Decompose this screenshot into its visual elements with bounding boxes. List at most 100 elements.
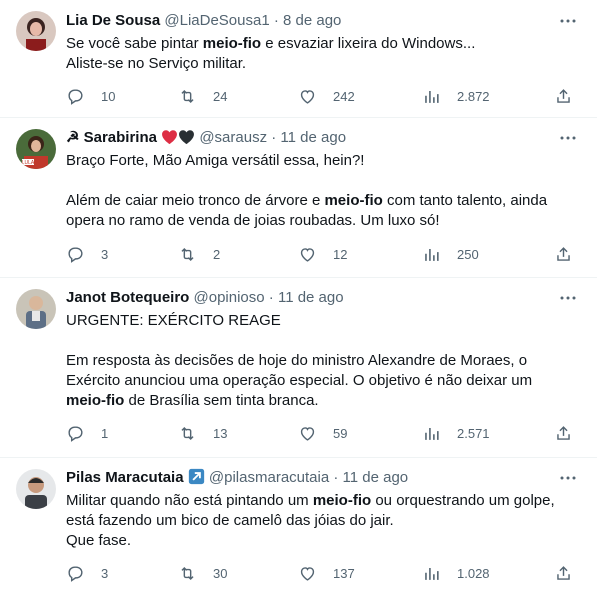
- tweet-line: [66, 331, 578, 351]
- tweet-line: URGENTE: EXÉRCITO REAGE: [66, 312, 281, 329]
- tweet-line: opera no ramo de venda de joias roubadas…: [66, 212, 440, 229]
- separator-dot: ·: [268, 289, 274, 306]
- tweet-date[interactable]: 11 de ago: [343, 469, 409, 486]
- reply-button[interactable]: 10: [66, 86, 115, 106]
- avatar[interactable]: LULA: [16, 129, 56, 169]
- views-button[interactable]: 250: [422, 244, 479, 264]
- views-count: 250: [457, 246, 479, 262]
- share-icon: [557, 425, 570, 440]
- action-bar: 10 24 242 2.872: [66, 86, 586, 106]
- tweet[interactable]: LULA ☭ Sarabirina @sarausz · 11 de ago B…: [0, 117, 597, 278]
- reply-count: 10: [101, 88, 116, 104]
- black-heart-icon: [179, 130, 195, 145]
- tweet-line: Que fase.: [66, 532, 132, 549]
- views-icon: [425, 90, 439, 103]
- share-button[interactable]: [554, 86, 573, 106]
- more-options-icon[interactable]: [559, 289, 577, 307]
- views-icon: [425, 567, 439, 580]
- tweet-text: Braço Forte, Mão Amiga versátil essa, he…: [66, 151, 578, 231]
- like-button[interactable]: 59: [298, 423, 347, 443]
- retweet-icon: [181, 247, 194, 261]
- tweet-header: Pilas Maracutaia @pilasmaracutaia · 11 d…: [66, 468, 408, 488]
- views-count: 1.028: [457, 565, 490, 581]
- more-options-icon[interactable]: [559, 12, 577, 30]
- retweet-count: 30: [213, 565, 228, 581]
- author-handle[interactable]: @opinioso: [194, 289, 265, 306]
- tweet-line: [66, 171, 578, 191]
- reply-count: 1: [101, 425, 109, 441]
- author-name[interactable]: Janot Botequeiro: [66, 289, 189, 306]
- retweet-icon: [181, 89, 194, 103]
- retweet-button[interactable]: 13: [178, 423, 227, 443]
- views-icon: [425, 427, 439, 440]
- tweet-header: Lia De Sousa @LiaDeSousa1 · 8 de ago: [66, 11, 341, 31]
- reply-icon: [68, 425, 83, 442]
- tweet[interactable]: Janot Botequeiro @opinioso · 11 de ago U…: [0, 277, 597, 458]
- tweet-line: Em resposta às decisões de hoje do minis…: [66, 352, 528, 369]
- reply-icon: [68, 246, 83, 263]
- like-button[interactable]: 242: [298, 86, 355, 106]
- separator-dot: ·: [271, 129, 277, 146]
- separator-dot: ·: [273, 12, 279, 29]
- svg-text:LULA: LULA: [22, 160, 35, 166]
- author-handle[interactable]: @LiaDeSousa1: [164, 12, 269, 29]
- author-name[interactable]: Lia De Sousa: [66, 12, 160, 29]
- red-heart-icon: [162, 130, 178, 145]
- reply-count: 3: [101, 565, 109, 581]
- share-icon: [557, 88, 570, 103]
- share-button[interactable]: [554, 423, 573, 443]
- more-options-icon[interactable]: [559, 469, 577, 487]
- retweet-button[interactable]: 2: [178, 244, 220, 264]
- up-right-arrow-icon: [188, 468, 204, 485]
- heart-icon: [300, 89, 315, 104]
- views-button[interactable]: 1.028: [422, 563, 490, 583]
- avatar[interactable]: [16, 469, 56, 509]
- tweet-line: Além de caiar meio tronco de árvore e me…: [66, 192, 548, 209]
- reply-button[interactable]: 1: [66, 423, 108, 443]
- tweet-date[interactable]: 11 de ago: [280, 129, 346, 146]
- heart-icon: [300, 426, 315, 441]
- share-icon: [557, 565, 570, 580]
- tweet[interactable]: Lia De Sousa @LiaDeSousa1 · 8 de ago Se …: [0, 0, 597, 118]
- tweet-text: Militar quando não está pintando um meio…: [66, 491, 578, 551]
- like-button[interactable]: 12: [298, 244, 347, 264]
- like-count: 12: [333, 246, 348, 262]
- retweet-button[interactable]: 30: [178, 563, 227, 583]
- action-bar: 3 30 137 1.028: [66, 563, 586, 583]
- heart-icon: [300, 566, 315, 581]
- author-handle[interactable]: @pilasmaracutaia: [209, 469, 329, 486]
- retweet-count: 2: [213, 246, 221, 262]
- action-bar: 1 13 59 2.571: [66, 423, 586, 443]
- views-icon: [425, 248, 439, 261]
- like-button[interactable]: 137: [298, 563, 355, 583]
- like-count: 137: [333, 565, 355, 581]
- retweet-count: 13: [213, 425, 228, 441]
- tweet-line: meio-fio de Brasília sem tinta branca.: [66, 392, 319, 409]
- tweet-header: Janot Botequeiro @opinioso · 11 de ago: [66, 288, 344, 308]
- reply-icon: [68, 565, 83, 582]
- reply-count: 3: [101, 246, 109, 262]
- reply-button[interactable]: 3: [66, 244, 108, 264]
- views-count: 2.571: [457, 425, 490, 441]
- share-button[interactable]: [554, 563, 573, 583]
- avatar[interactable]: [16, 289, 56, 329]
- share-button[interactable]: [554, 244, 573, 264]
- more-options-icon[interactable]: [559, 129, 577, 147]
- like-count: 59: [333, 425, 348, 441]
- tweet-line: Aliste-se no Serviço militar.: [66, 55, 247, 72]
- tweet-date[interactable]: 11 de ago: [278, 289, 344, 306]
- reply-button[interactable]: 3: [66, 563, 108, 583]
- retweet-icon: [181, 426, 194, 440]
- tweet[interactable]: Pilas Maracutaia @pilasmaracutaia · 11 d…: [0, 457, 597, 596]
- author-handle[interactable]: @sarausz: [199, 129, 267, 146]
- retweet-button[interactable]: 24: [178, 86, 227, 106]
- views-button[interactable]: 2.571: [422, 423, 490, 443]
- tweet-line: Militar quando não está pintando um meio…: [66, 492, 555, 509]
- tweet-line: Exército anunciou uma operação especial.…: [66, 372, 533, 389]
- avatar[interactable]: [16, 11, 56, 51]
- views-button[interactable]: 2.872: [422, 86, 490, 106]
- tweet-date[interactable]: 8 de ago: [283, 12, 341, 29]
- views-count: 2.872: [457, 88, 490, 104]
- author-name[interactable]: ☭ Sarabirina: [66, 129, 157, 146]
- author-name[interactable]: Pilas Maracutaia: [66, 469, 184, 486]
